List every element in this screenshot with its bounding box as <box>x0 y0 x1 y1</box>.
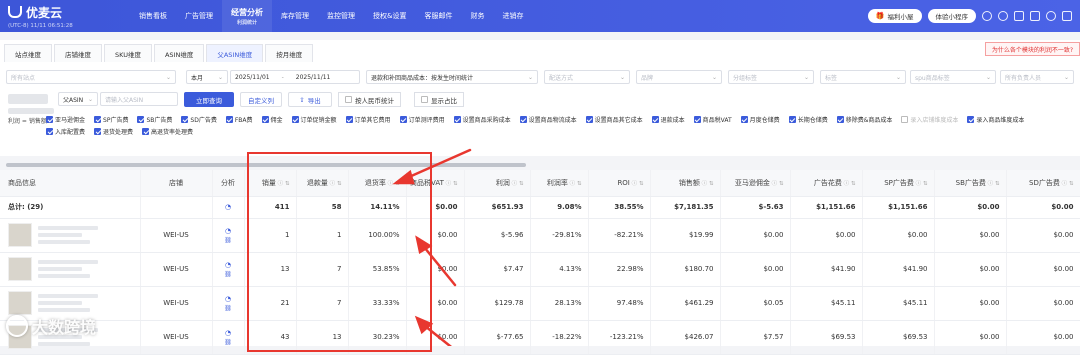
annotation-arrows <box>392 148 472 346</box>
arrow-head <box>392 169 415 185</box>
watermark-logo-icon <box>6 315 28 337</box>
watermark: 大数跨境 <box>6 314 96 338</box>
arrow-head <box>415 235 433 254</box>
watermark-text: 大数跨境 <box>32 318 97 337</box>
